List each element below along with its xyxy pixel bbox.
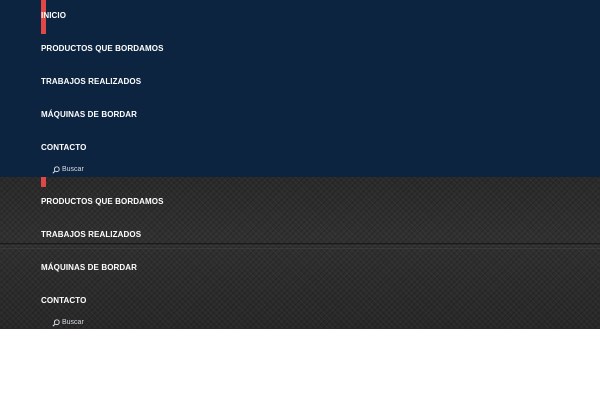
search-button[interactable]: Buscar — [52, 317, 84, 329]
search-icon — [52, 319, 60, 327]
main-menu-panel: INICIO PRODUCTOS QUE BORDAMOS TRABAJOS R… — [0, 0, 600, 177]
search-button[interactable]: Buscar — [52, 164, 84, 176]
menu-item-productos[interactable]: PRODUCTOS QUE BORDAMOS — [41, 195, 164, 209]
fabric-seam — [0, 243, 600, 246]
active-indicator — [41, 177, 46, 187]
menu-item-trabajos[interactable]: TRABAJOS REALIZADOS — [41, 75, 141, 89]
search-icon — [52, 166, 60, 174]
search-label: Buscar — [62, 166, 84, 173]
sticky-menu-panel: PRODUCTOS QUE BORDAMOS TRABAJOS REALIZAD… — [0, 177, 600, 329]
menu-item-trabajos[interactable]: TRABAJOS REALIZADOS — [41, 228, 141, 242]
page: INICIO PRODUCTOS QUE BORDAMOS TRABAJOS R… — [0, 0, 600, 400]
menu-item-contacto[interactable]: CONTACTO — [41, 294, 86, 308]
menu-item-contacto[interactable]: CONTACTO — [41, 141, 86, 155]
search-label: Buscar — [62, 319, 84, 326]
menu-item-productos[interactable]: PRODUCTOS QUE BORDAMOS — [41, 42, 164, 56]
menu-item-inicio[interactable]: INICIO — [41, 9, 66, 23]
menu-item-maquinas[interactable]: MÁQUINAS DE BORDAR — [41, 261, 137, 275]
menu-item-maquinas[interactable]: MÁQUINAS DE BORDAR — [41, 108, 137, 122]
fabric-seam-highlight — [0, 248, 600, 249]
